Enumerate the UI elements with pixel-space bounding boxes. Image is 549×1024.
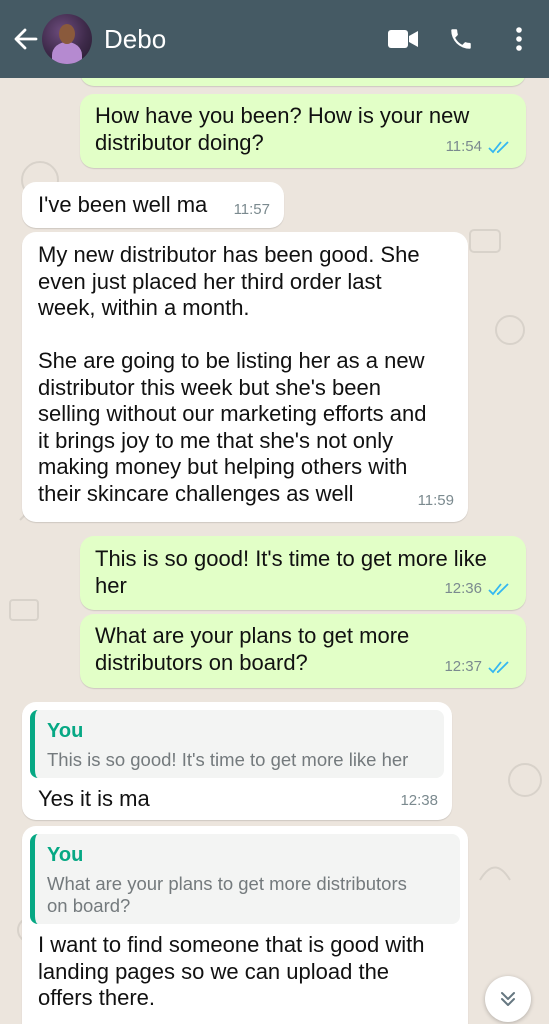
message-time: 11:57 (233, 200, 270, 218)
chat-area[interactable]: 11:54 How have you been? How is your new… (0, 0, 549, 1024)
message-time: 11:59 (417, 491, 454, 509)
phone-icon (451, 29, 471, 49)
quoted-message[interactable]: You What are your plans to get more dist… (30, 834, 460, 924)
message-time: 11:54 (445, 137, 482, 155)
voice-call-button[interactable] (441, 19, 481, 59)
message-meta: 12:36 (444, 576, 512, 603)
scroll-to-bottom-button[interactable] (485, 976, 531, 1022)
message-meta: 11:57 (234, 197, 270, 224)
message-time: 12:38 (400, 791, 438, 809)
message-meta: 11:59 (418, 488, 454, 515)
avatar[interactable] (42, 14, 92, 64)
message-text: My new distributor has been good. She ev… (38, 242, 427, 506)
quote-text: This is so good! It's time to get more l… (47, 748, 409, 770)
video-call-button[interactable] (383, 19, 423, 59)
quote-author: You (47, 720, 84, 742)
message-meta: 11:54 (446, 134, 512, 161)
contact-name[interactable]: Debo (104, 24, 383, 55)
quote-text: What are your plans to get more distribu… (47, 872, 407, 916)
more-options-button[interactable] (499, 19, 539, 59)
read-ticks-icon (488, 661, 509, 674)
message-bubble-incoming-reply[interactable]: You What are your plans to get more dist… (22, 826, 468, 1024)
message-bubble-outgoing[interactable]: How have you been? How is your new distr… (80, 94, 526, 168)
message-meta: 12:37 (444, 654, 512, 681)
message-bubble-outgoing[interactable]: This is so good! It's time to get more l… (80, 536, 526, 610)
message-bubble-incoming[interactable]: My new distributor has been good. She ev… (22, 232, 468, 522)
message-time: 12:37 (444, 657, 482, 675)
message-text: Yes it is ma (38, 786, 150, 811)
read-ticks-icon (488, 141, 509, 154)
message-meta: 12:38 (400, 788, 438, 815)
more-vert-icon (516, 27, 522, 51)
back-button[interactable] (6, 19, 46, 59)
message-time: 12:36 (444, 579, 482, 597)
quoted-message[interactable]: You This is so good! It's time to get mo… (30, 710, 444, 778)
read-ticks-icon (488, 583, 509, 596)
chat-header: Debo (0, 0, 549, 78)
message-bubble-outgoing[interactable]: What are your plans to get more distribu… (80, 614, 526, 688)
quote-author: You (47, 844, 84, 866)
back-arrow-icon (14, 28, 38, 50)
double-chevron-down-icon (501, 992, 515, 1006)
message-bubble-incoming[interactable]: I've been well ma 11:57 (22, 182, 284, 228)
video-call-icon (388, 30, 418, 48)
message-bubble-incoming-reply[interactable]: You This is so good! It's time to get mo… (22, 702, 452, 820)
message-text: I want to find someone that is good with… (38, 932, 425, 1010)
